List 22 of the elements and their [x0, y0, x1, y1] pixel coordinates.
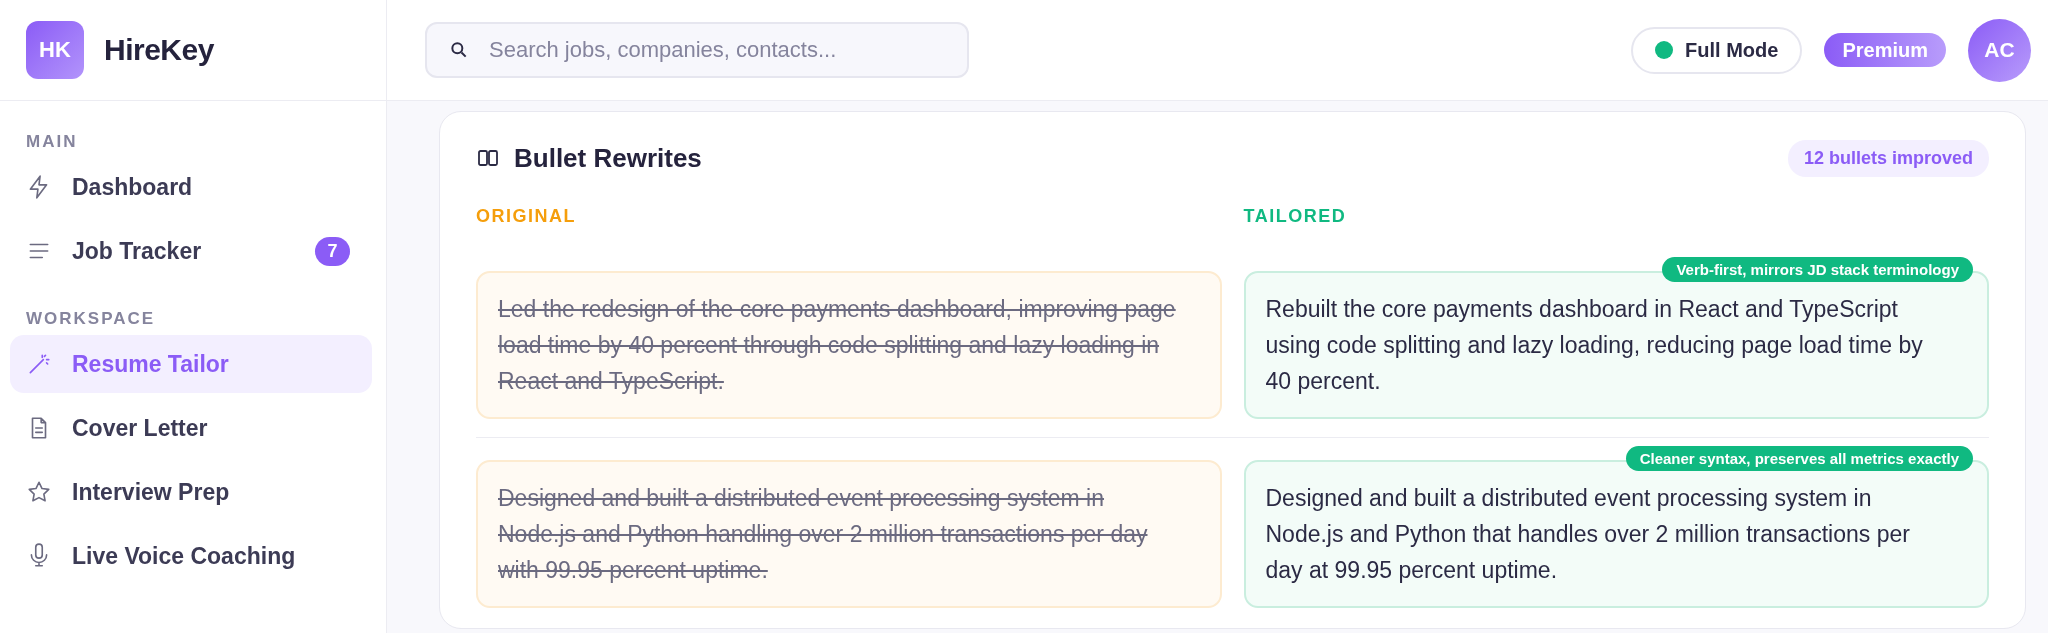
column-label: TAILORED: [1243, 206, 1348, 227]
nav-item[interactable]: Cover Letter: [10, 399, 372, 457]
plan-badge: Premium: [1824, 33, 1946, 67]
original-bullet: Led the redesign of the core payments dashboard, improving page load time by 40 percent through code splitting and lazy loading in React and TypeScript.: [476, 271, 1222, 419]
change-note-tag: Verb-first, mirrors JD stack terminology: [1662, 257, 1973, 282]
mode-toggle[interactable]: Full Mode: [1631, 26, 1803, 74]
card-title: Bullet Rewrites: [514, 142, 702, 174]
search-field[interactable]: Search jobs, companies, contacts...: [425, 22, 969, 78]
nav-item[interactable]: Live Voice Coaching: [10, 527, 372, 585]
nav-item[interactable]: Resume Tailor: [10, 335, 372, 393]
logo-badge: HK: [26, 21, 84, 79]
nav-item[interactable]: Job Tracker 7: [10, 222, 372, 280]
section-heading: WORKSPACE: [25, 308, 157, 330]
original-bullet: Designed and built a distributed event processing system in Node.js and Python handling over 2 million transactions per day with 99.95 percent uptime.: [476, 460, 1222, 608]
count-badge: 7: [315, 236, 350, 266]
count-pill: 12 bullets improved: [1787, 139, 1989, 177]
app-name: HireKey: [104, 33, 214, 67]
section-heading: MAIN: [25, 131, 79, 153]
nav-item[interactable]: Interview Prep: [10, 463, 372, 521]
nav-item[interactable]: Dashboard: [10, 158, 372, 216]
column-label: ORIGINAL: [476, 206, 577, 227]
change-note-tag: Cleaner syntax, preserves all metrics exactly: [1625, 446, 1973, 471]
